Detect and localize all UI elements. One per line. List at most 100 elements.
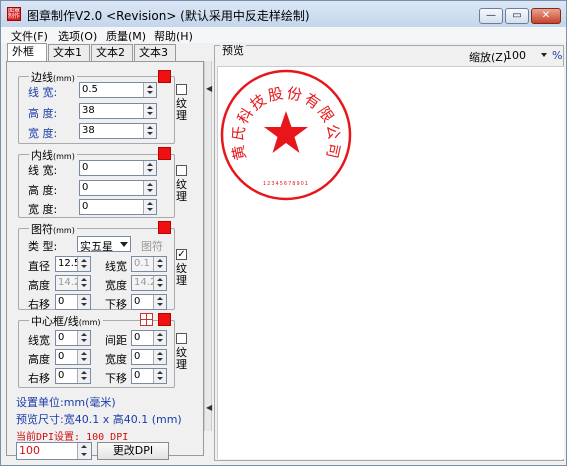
spin-arrows[interactable] (77, 276, 90, 290)
inner-width-spin[interactable]: 0 (79, 199, 157, 215)
zoom-select[interactable]: 100 (503, 48, 549, 64)
spin-arrows[interactable] (143, 181, 156, 195)
center-down-value: 0 (134, 370, 141, 381)
center-linewidth-spin[interactable]: 0 (55, 330, 91, 346)
collapse-left-icon[interactable]: ◀ (206, 84, 212, 93)
spin-arrows[interactable] (77, 369, 90, 383)
spin-arrows[interactable] (77, 257, 90, 271)
panel-splitter[interactable]: ◀ ◀ (204, 61, 212, 431)
frame-texture-label: 纹理 (176, 97, 187, 122)
center-group: 中心框/线(mm) 线宽 0 间距 0 高度 0 宽度 0 右移 0 下移 0 (18, 313, 175, 388)
symbol-down-label: 下移 (105, 298, 127, 311)
center-group-title: 中心框/线(mm) (29, 313, 103, 329)
frame-height-spin[interactable]: 38 (79, 103, 157, 119)
menu-bar: 文件(F) 选项(O) 质量(M) 帮助(H) (1, 27, 566, 43)
center-gap-spin[interactable]: 0 (131, 330, 167, 346)
center-right-label: 右移 (28, 372, 50, 385)
menu-help[interactable]: 帮助(H) (154, 28, 193, 44)
preview-size-text: 预览尺寸:宽40.1 x 高40.1 (mm) (16, 413, 182, 426)
center-linewidth-value: 0 (58, 332, 65, 343)
frame-linewidth-spin[interactable]: 0.5 (79, 82, 157, 98)
change-dpi-button[interactable]: 更改DPI (97, 442, 169, 460)
symbol-height-label: 高度 (28, 279, 50, 292)
symbol-texture-checkbox[interactable]: ✓ (176, 249, 187, 260)
inner-texture-checkbox[interactable] (176, 165, 187, 176)
preview-canvas[interactable]: 黄氏科技股份有限公司 12345678901 (217, 66, 564, 459)
spin-arrows[interactable] (153, 350, 166, 364)
symbol-down-spin[interactable]: 0 (131, 294, 167, 310)
spin-arrows[interactable] (153, 276, 166, 290)
inner-linewidth-spin[interactable]: 0 (79, 160, 157, 176)
center-grid-icon[interactable] (140, 313, 153, 326)
inner-texture-label: 纹理 (176, 178, 187, 203)
symbol-texture-label: 纹理 (176, 262, 187, 287)
collapse-left-icon[interactable]: ◀ (206, 403, 212, 412)
symbol-height-spin[interactable]: 14.2 (55, 275, 91, 291)
minimize-button[interactable]: — (479, 8, 503, 24)
tab-text3[interactable]: 文本3 (134, 44, 176, 61)
frame-height-label: 高 度: (28, 107, 58, 120)
spin-arrows[interactable] (77, 295, 90, 309)
star-icon (264, 111, 308, 153)
menu-options[interactable]: 选项(O) (58, 28, 97, 44)
zoom-value: 100 (505, 49, 526, 62)
frame-color-swatch[interactable] (158, 70, 171, 83)
menu-quality[interactable]: 质量(M) (106, 28, 146, 44)
inner-width-value: 0 (82, 201, 89, 212)
dpi-spin[interactable]: 100 (16, 442, 92, 460)
spin-arrows[interactable] (77, 350, 90, 364)
inner-height-spin[interactable]: 0 (79, 180, 157, 196)
spin-arrows[interactable] (77, 331, 90, 345)
frame-title-text: 边线 (31, 71, 53, 84)
tab-outer-frame[interactable]: 外框 (7, 43, 47, 61)
spin-arrows[interactable] (153, 257, 166, 271)
symbol-linewidth-spin[interactable]: 0.1 (131, 256, 167, 272)
spin-arrows[interactable] (143, 104, 156, 118)
spin-arrows[interactable] (143, 124, 156, 138)
center-width-spin[interactable]: 0 (131, 349, 167, 365)
tab-text1[interactable]: 文本1 (48, 44, 90, 61)
symbol-right-value: 0 (58, 296, 65, 307)
symbol-width-spin[interactable]: 14.2 (131, 275, 167, 291)
unit-setting-text: 设置单位:mm(毫米) (16, 396, 116, 409)
center-texture-checkbox[interactable] (176, 333, 187, 344)
frame-texture-checkbox[interactable] (176, 84, 187, 95)
tab-text2[interactable]: 文本2 (91, 44, 133, 61)
spin-arrows[interactable] (153, 331, 166, 345)
stamp-code: 12345678901 (263, 181, 309, 187)
symbol-type-select[interactable]: 实五星 (77, 236, 131, 253)
spin-arrows[interactable] (153, 295, 166, 309)
frame-width-value: 38 (82, 125, 95, 136)
spin-arrows[interactable] (143, 200, 156, 214)
symbol-group: 图符(mm) 类 型: 实五星 图符 直径 12.5 线宽 0.1 高度 14.… (18, 221, 175, 311)
title-bar[interactable]: 图章制作 图章制作V2.0 <Revision> (默认采用中反走样绘制) — … (1, 1, 566, 27)
zoom-label: 缩放(Z) (469, 51, 508, 64)
maximize-button[interactable]: ▭ (505, 8, 529, 24)
symbol-down-value: 0 (134, 296, 141, 307)
symbol-right-spin[interactable]: 0 (55, 294, 91, 310)
frame-linewidth-label: 线 宽: (28, 86, 58, 99)
inner-width-label: 宽 度: (28, 203, 58, 216)
spin-arrows[interactable] (153, 369, 166, 383)
spin-arrows[interactable] (77, 443, 91, 459)
center-right-spin[interactable]: 0 (55, 368, 91, 384)
frame-width-spin[interactable]: 38 (79, 123, 157, 139)
inner-group: 内线(mm) 线 宽: 0 高 度: 0 宽 度: 0 (18, 147, 175, 218)
center-unit: (mm) (78, 318, 101, 327)
settings-panel: 边线(mm) 线 宽: 0.5 高 度: 38 宽 度: 38 纹理 内线(mm… (6, 61, 204, 460)
symbol-linewidth-label: 线宽 (105, 260, 127, 273)
spin-arrows[interactable] (143, 161, 156, 175)
symbol-color-swatch[interactable] (158, 221, 171, 234)
spin-arrows[interactable] (143, 83, 156, 97)
center-color-swatch[interactable] (158, 313, 171, 326)
center-down-spin[interactable]: 0 (131, 368, 167, 384)
symbol-diameter-spin[interactable]: 12.5 (55, 256, 91, 272)
center-height-value: 0 (58, 351, 65, 362)
inner-color-swatch[interactable] (158, 147, 171, 160)
symbol-button[interactable]: 图符 (141, 238, 163, 254)
menu-file[interactable]: 文件(F) (11, 28, 48, 44)
frame-group: 边线(mm) 线 宽: 0.5 高 度: 38 宽 度: 38 (18, 69, 175, 144)
preview-label: 预览 (220, 42, 246, 58)
close-button[interactable]: ✕ (531, 8, 561, 24)
center-height-spin[interactable]: 0 (55, 349, 91, 365)
